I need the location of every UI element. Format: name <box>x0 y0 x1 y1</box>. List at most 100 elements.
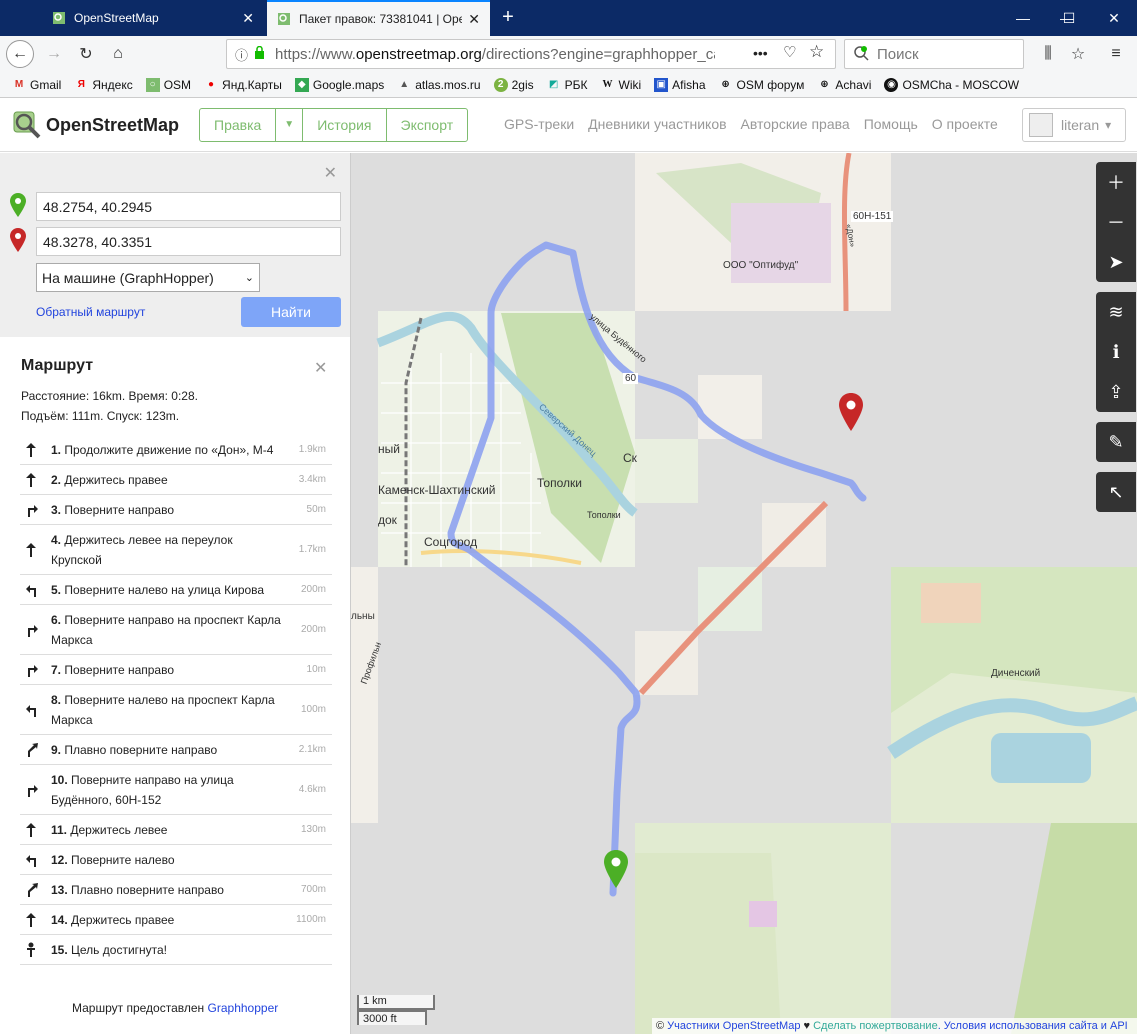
step-instruction: 11. Держитесь левее <box>45 816 288 844</box>
route-step[interactable]: 2. Держитесь правее 3.4km <box>20 465 332 495</box>
bookmark-osmcha[interactable]: ◉ OSMCha - MOSCOW <box>884 77 1019 92</box>
route-step[interactable]: 3. Поверните направо 50m <box>20 495 332 525</box>
close-directions-icon[interactable]: ✕ <box>324 163 337 183</box>
google-maps-icon: ◆ <box>294 77 309 92</box>
export-button[interactable]: Экспорт <box>387 109 468 141</box>
menu-icon[interactable]: ≡ <box>1102 40 1130 68</box>
help-link[interactable]: Помощь <box>864 116 918 132</box>
step-instruction: 8. Поверните налево на проспект Карла Ма… <box>45 686 288 734</box>
step-instruction: 13. Плавно поверните направо <box>45 876 288 904</box>
bookmark-osm-forum[interactable]: ⊕ OSM форум <box>719 78 804 92</box>
gps-traces-link[interactable]: GPS-треки <box>504 116 574 132</box>
close-tab-icon[interactable]: ✕ <box>242 10 254 27</box>
search-bar[interactable]: Поиск <box>844 39 1024 69</box>
maximize-icon[interactable]: ☐ <box>1046 0 1092 36</box>
about-link[interactable]: О проекте <box>932 116 998 132</box>
2gis-icon: 2 <box>493 77 508 92</box>
share-icon[interactable]: ⇪ <box>1096 372 1136 412</box>
end-marker-icon[interactable] <box>839 393 863 431</box>
bookmark-osm[interactable]: ○ OSM <box>145 77 191 92</box>
user-diaries-link[interactable]: Дневники участников <box>588 116 726 132</box>
map-label-socgorod: Соцгород <box>424 535 478 549</box>
minimize-icon[interactable]: — <box>1000 0 1046 36</box>
step-text: Поверните налево на улица Кирова <box>64 582 265 597</box>
bookmark-wiki[interactable]: W Wiki <box>601 78 642 92</box>
home-button[interactable]: ⌂ <box>104 40 132 68</box>
tab-changeset[interactable]: Пакет правок: 73381041 | OpenStreetMap ✕ <box>267 0 490 36</box>
bookmark-gmail[interactable]: M Gmail <box>12 78 62 92</box>
graphhopper-link[interactable]: Graphhopper <box>208 1001 279 1015</box>
tab-openstreetmap[interactable]: OpenStreetMap ✕ <box>42 0 264 36</box>
reload-button[interactable]: ↻ <box>72 40 100 68</box>
route-step[interactable]: 7. Поверните направо 10m <box>20 655 332 685</box>
history-button[interactable]: История <box>303 109 387 141</box>
terms-link[interactable]: . Условия использования сайта и API <box>938 1020 1128 1032</box>
url-bar[interactable]: ⓘ https://www.openstreetmap.org/directio… <box>226 39 836 69</box>
edit-button[interactable]: Правка <box>200 109 277 141</box>
bookmark-achavi[interactable]: ⊕ Achavi <box>817 78 871 92</box>
info-icon[interactable]: ⓘ <box>235 45 248 64</box>
bookmark-afisha[interactable]: ▣ Afisha <box>654 77 706 92</box>
library-icon[interactable]: ⫼ <box>1034 40 1062 68</box>
user-menu-button[interactable]: literan ▾ <box>1022 108 1126 142</box>
close-window-icon[interactable]: ✕ <box>1091 0 1137 36</box>
osm-logo[interactable]: OpenStreetMap <box>12 110 179 140</box>
route-step[interactable]: 8. Поверните налево на проспект Карла Ма… <box>20 685 332 735</box>
bookmark-atlas[interactable]: ▲ atlas.mos.ru <box>397 78 480 92</box>
copyright-link[interactable]: Авторские права <box>741 116 850 132</box>
route-step[interactable]: 1. Продолжите движение по «Дон», M-4 1.9k… <box>20 435 332 465</box>
route-summary-distance: Расстояние: 16km. Время: 0:28. <box>21 389 198 403</box>
locate-me-icon[interactable]: ➤ <box>1096 242 1136 282</box>
layers-icon[interactable]: ≋ <box>1096 292 1136 332</box>
bookmark-yandex[interactable]: Я Яндекс <box>74 78 133 92</box>
step-text: Поверните налево <box>71 852 175 867</box>
route-step[interactable]: 9. Плавно поверните направо 2.1km <box>20 735 332 765</box>
map-canvas[interactable] <box>351 153 1137 1034</box>
forward-button[interactable]: → <box>40 40 68 68</box>
bookmark-2gis[interactable]: 2 2gis <box>493 77 534 92</box>
route-step[interactable]: 13. Плавно поверните направо 700m <box>20 875 332 905</box>
step-number: 12. <box>51 852 68 867</box>
step-instruction: 3. Поверните направо <box>45 496 288 524</box>
route-step[interactable]: 6. Поверните направо на проспект Карла М… <box>20 605 332 655</box>
start-marker-icon[interactable] <box>604 850 628 888</box>
pocket-icon[interactable]: ♡ <box>783 43 796 61</box>
find-route-button[interactable]: Найти <box>241 297 341 327</box>
step-instruction: 5. Поверните налево на улица Кирова <box>45 576 288 604</box>
bookmark-google-maps[interactable]: ◆ Google.maps <box>294 77 384 92</box>
route-step[interactable]: 10. Поверните направо на улица Будённого… <box>20 765 332 815</box>
back-button[interactable]: ← <box>6 40 34 68</box>
routing-engine-select[interactable]: На машине (GraphHopper) ⌄ <box>36 263 260 292</box>
route-step[interactable]: 12. Поверните налево <box>20 845 332 875</box>
step-distance: 200m <box>300 584 326 595</box>
bookmark-star-icon[interactable]: ☆ <box>809 42 824 62</box>
step-number: 15. <box>51 942 68 957</box>
step-text: Плавно поверните направо <box>64 742 218 757</box>
route-summary-elevation: Подъём: 111m. Спуск: 123m. <box>21 409 180 423</box>
close-tab-icon[interactable]: ✕ <box>468 11 480 28</box>
info-icon[interactable]: ℹ <box>1096 332 1136 372</box>
close-route-icon[interactable]: ✕ <box>314 358 327 378</box>
route-step[interactable]: 14. Держитесь правее 1100m <box>20 905 332 935</box>
route-step[interactable]: 4. Держитесь левее на переулок Крупской 1… <box>20 525 332 575</box>
page-actions-icon[interactable]: ••• <box>753 45 768 61</box>
edit-dropdown-caret-icon[interactable]: ▼ <box>276 109 304 141</box>
query-features-icon[interactable]: ↖ <box>1096 472 1136 512</box>
map-view[interactable]: Каменск-Шахтинский Тополки Тополки Соцго… <box>351 153 1137 1034</box>
route-step[interactable]: 11. Держитесь левее 130m <box>20 815 332 845</box>
donate-link[interactable]: Сделать пожертвование <box>813 1020 938 1032</box>
reverse-route-link[interactable]: Обратный маршрут <box>36 305 145 319</box>
route-step[interactable]: 5. Поверните налево на улица Кирова 200m <box>20 575 332 605</box>
add-note-icon[interactable]: ✎ <box>1096 422 1136 462</box>
zoom-in-button[interactable]: ＋ <box>1096 162 1136 202</box>
new-tab-button[interactable]: + <box>496 6 520 30</box>
route-to-input[interactable] <box>36 227 341 256</box>
reading-list-icon[interactable]: ☆ <box>1064 40 1092 68</box>
wikipedia-icon: W <box>602 79 613 90</box>
bookmark-yandex-maps[interactable]: ● Янд.Карты <box>204 78 282 92</box>
osm-contributors-link[interactable]: Участники OpenStreetMap <box>667 1020 800 1032</box>
route-step[interactable]: 15. Цель достигнута! <box>20 935 332 965</box>
zoom-out-button[interactable]: － <box>1096 202 1136 242</box>
route-from-input[interactable] <box>36 192 341 221</box>
bookmark-rbk[interactable]: ◩ РБК <box>547 78 588 92</box>
